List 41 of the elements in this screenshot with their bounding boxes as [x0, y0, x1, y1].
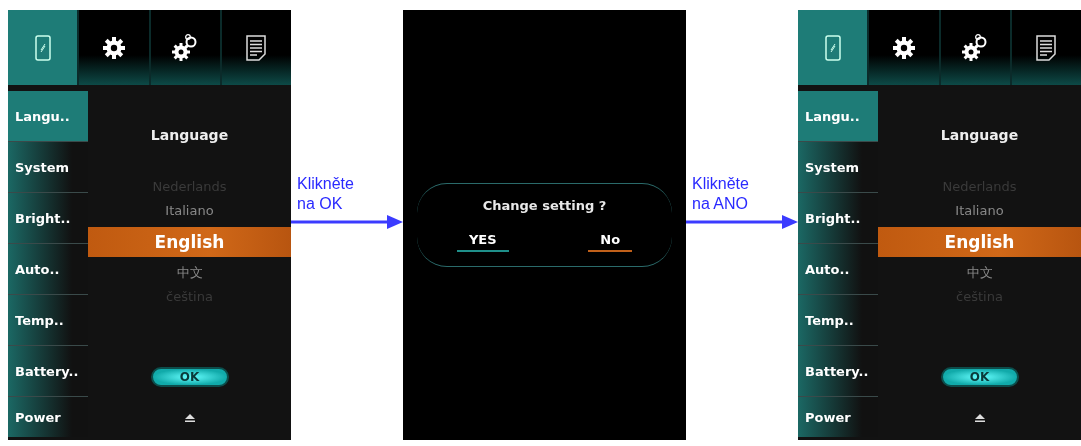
section-title: Language — [150, 127, 229, 143]
arrow-icon — [291, 215, 403, 229]
sidebar-item[interactable]: Auto.. — [798, 244, 878, 295]
language-option[interactable]: 中文 — [878, 261, 1081, 285]
language-option[interactable]: 中文 — [88, 261, 291, 285]
document-icon — [246, 34, 267, 61]
language-option[interactable]: Italiano — [88, 199, 291, 223]
sidebar-item[interactable]: Auto.. — [8, 244, 88, 295]
ok-button[interactable]: OK — [940, 367, 1019, 387]
language-option[interactable]: English — [88, 227, 291, 257]
log-tab[interactable] — [221, 10, 291, 85]
instruction-text: Klikněte na ANO — [692, 174, 749, 214]
advanced-settings-tab[interactable] — [940, 10, 1010, 85]
settings-tab[interactable] — [79, 10, 149, 85]
sidebar-item[interactable]: Battery.. — [798, 346, 878, 397]
language-option[interactable]: Italiano — [878, 199, 1081, 223]
section-title: Language — [940, 127, 1019, 143]
log-tab[interactable] — [1011, 10, 1081, 85]
sidebar-item[interactable]: Temp.. — [8, 295, 88, 346]
up-arrow-icon — [183, 414, 196, 422]
phone-icon — [824, 34, 841, 61]
phone-icon — [34, 34, 51, 61]
dialog-button[interactable]: No — [588, 232, 633, 253]
sidebar-item[interactable]: Temp.. — [798, 295, 878, 346]
arrow-icon — [686, 215, 798, 229]
language-option[interactable]: English — [878, 227, 1081, 257]
advanced-settings-tab[interactable] — [150, 10, 220, 85]
sidebar-item[interactable]: Battery.. — [8, 346, 88, 397]
sidebar-item[interactable]: Langu.. — [8, 91, 88, 142]
sidebar-item[interactable]: Langu.. — [798, 91, 878, 142]
dialog-message: Change setting ? — [482, 197, 607, 213]
up-arrow-icon — [973, 414, 986, 422]
settings-tab[interactable] — [869, 10, 939, 85]
sidebar-item[interactable]: System — [8, 142, 88, 193]
sidebar-item[interactable]: Bright.. — [798, 193, 878, 244]
instruction-text: Klikněte na OK — [297, 174, 354, 214]
sidebar-item[interactable]: Bright.. — [8, 193, 88, 244]
dialog-button[interactable]: YES — [456, 232, 509, 253]
document-icon — [1036, 34, 1057, 61]
sidebar-item[interactable]: System — [798, 142, 878, 193]
ok-button[interactable]: OK — [150, 367, 229, 387]
